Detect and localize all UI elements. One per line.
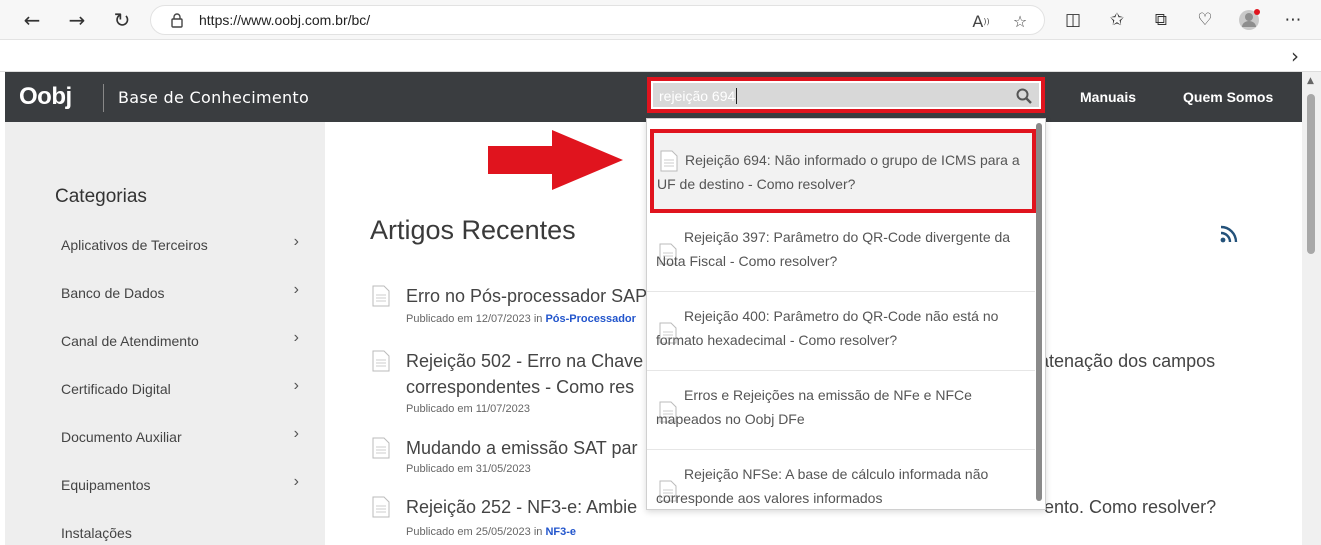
suggestion-text: Rejeição 694: Não informado o grupo de I… [657, 152, 1020, 192]
recent-articles-heading: Artigos Recentes [370, 215, 576, 245]
chevron-right-icon: › [293, 377, 299, 394]
article-date: Publicado em 12/07/2023 in [406, 313, 546, 325]
collections-icon[interactable]: ⧉ [1150, 9, 1172, 31]
search-icon[interactable] [1015, 87, 1033, 105]
logo-divider [103, 84, 104, 112]
site-title[interactable]: Base de Conhecimento [118, 88, 309, 107]
category-item[interactable]: Documento Auxiliar › [61, 423, 301, 453]
suggestion-text: Rejeição NFSe: A base de cálculo informa… [656, 466, 989, 506]
category-item[interactable]: Aplicativos de Terceiros › [61, 231, 301, 261]
text-caret [736, 88, 738, 104]
article-title[interactable]: Rejeição 502 - Erro na Chave [406, 348, 643, 374]
back-arrow-icon[interactable]: ← [20, 8, 44, 32]
nav-link-manuais[interactable]: Manuais [1080, 89, 1136, 105]
suggestion-text: Rejeição 400: Parâmetro do QR-Code não e… [656, 308, 999, 348]
document-icon [372, 285, 390, 307]
categories-sidebar: Categorias Aplicativos de Terceiros › Ban… [5, 122, 325, 545]
article-title[interactable]: Rejeição 252 - NF3-e: Ambie [406, 494, 637, 520]
page-scrollbar[interactable]: ▲ [1302, 72, 1321, 545]
suggestion-item[interactable]: Rejeição 400: Parâmetro do QR-Code não e… [647, 292, 1035, 371]
document-icon [372, 496, 390, 518]
scrollbar-thumb[interactable] [1307, 94, 1315, 254]
favorites-bar: › [0, 40, 1321, 72]
article-date: Publicado em 11/07/2023 [406, 403, 530, 415]
suggestion-item-highlighted[interactable]: Rejeição 694: Não informado o grupo de I… [650, 129, 1036, 213]
suggestion-text: Rejeição 397: Parâmetro do QR-Code diver… [656, 229, 1011, 269]
search-input-highlight: rejeição 694 [647, 77, 1045, 113]
article-category-link[interactable]: Pós-Processador [545, 313, 635, 325]
search-suggestions-dropdown: Rejeição 694: Não informado o grupo de I… [646, 118, 1046, 510]
browser-essentials-icon[interactable]: ♡ [1194, 9, 1216, 31]
category-label: Canal de Atendimento [61, 333, 199, 349]
site-header: Oobj Base de Conhecimento rejeição 694 M… [5, 72, 1302, 122]
dropdown-scrollbar[interactable] [1036, 123, 1042, 501]
article-title-line2[interactable]: correspondentes - Como res [406, 374, 634, 400]
profile-avatar-icon[interactable] [1238, 9, 1260, 31]
red-arrow-annotation [488, 130, 623, 190]
chevron-right-icon: › [293, 233, 299, 250]
chevron-right-icon: › [293, 281, 299, 298]
category-label: Instalações [61, 525, 132, 541]
chevron-right-icon[interactable]: › [1291, 44, 1299, 68]
category-label: Banco de Dados [61, 285, 165, 301]
split-screen-icon[interactable]: ◫ [1062, 9, 1084, 31]
forward-arrow-icon[interactable]: → [65, 8, 89, 32]
address-bar[interactable]: https://www.oobj.com.br/bc/ A)) ☆ [150, 5, 1045, 35]
search-input[interactable]: rejeição 694 [653, 83, 1039, 107]
category-label: Certificado Digital [61, 381, 171, 397]
chevron-right-icon: › [293, 425, 299, 442]
article-date: Publicado em 25/05/2023 in [406, 526, 546, 538]
browser-toolbar: ← → ↻ https://www.oobj.com.br/bc/ A)) ☆ … [0, 0, 1321, 40]
article-title[interactable]: Mudando a emissão SAT par [406, 435, 637, 461]
oobj-logo[interactable]: Oobj [19, 83, 72, 111]
refresh-icon[interactable]: ↻ [110, 8, 134, 32]
article-category-link[interactable]: NF3-e [545, 526, 576, 538]
url-text[interactable]: https://www.oobj.com.br/bc/ [199, 12, 370, 28]
suggestion-item[interactable]: Rejeição 397: Parâmetro do QR-Code diver… [647, 213, 1035, 292]
category-label: Equipamentos [61, 477, 151, 493]
chevron-right-icon: › [293, 473, 299, 490]
lock-icon [171, 13, 183, 28]
document-icon [372, 437, 390, 459]
scroll-up-icon[interactable]: ▲ [1307, 76, 1314, 86]
categories-title: Categorias [55, 186, 147, 207]
document-icon [372, 350, 390, 372]
search-query-text: rejeição 694 [659, 88, 736, 104]
suggestion-item[interactable]: Erros e Rejeições na emissão de NFe e NF… [647, 371, 1035, 450]
suggestion-item[interactable]: Rejeição NFSe: A base de cálculo informa… [647, 450, 1035, 509]
category-item[interactable]: Certificado Digital › [61, 375, 301, 405]
more-menu-icon[interactable]: ⋯ [1282, 9, 1304, 31]
category-item[interactable]: Canal de Atendimento › [61, 327, 301, 357]
rss-feed-icon[interactable] [1219, 224, 1239, 244]
category-label: Documento Auxiliar [61, 429, 182, 445]
suggestion-text: Erros e Rejeições na emissão de NFe e NF… [656, 387, 972, 427]
category-label: Aplicativos de Terceiros [61, 237, 208, 253]
chevron-right-icon: › [293, 329, 299, 346]
favorites-icon[interactable]: ✩ [1106, 9, 1128, 31]
article-date: Publicado em 31/05/2023 [406, 463, 531, 475]
article-title-continued[interactable]: ento. Como resolver? [1044, 494, 1216, 520]
category-item[interactable]: Equipamentos › [61, 471, 301, 501]
category-item[interactable]: Banco de Dados › [61, 279, 301, 309]
read-aloud-icon[interactable]: A)) [971, 11, 991, 31]
category-item[interactable]: Instalações [61, 519, 301, 545]
favorite-star-icon[interactable]: ☆ [1010, 11, 1030, 31]
article-title-continued[interactable]: atenação dos campos [1039, 348, 1215, 374]
nav-link-quem-somos[interactable]: Quem Somos [1183, 89, 1273, 105]
article-title[interactable]: Erro no Pós-processador SAP [406, 283, 647, 309]
